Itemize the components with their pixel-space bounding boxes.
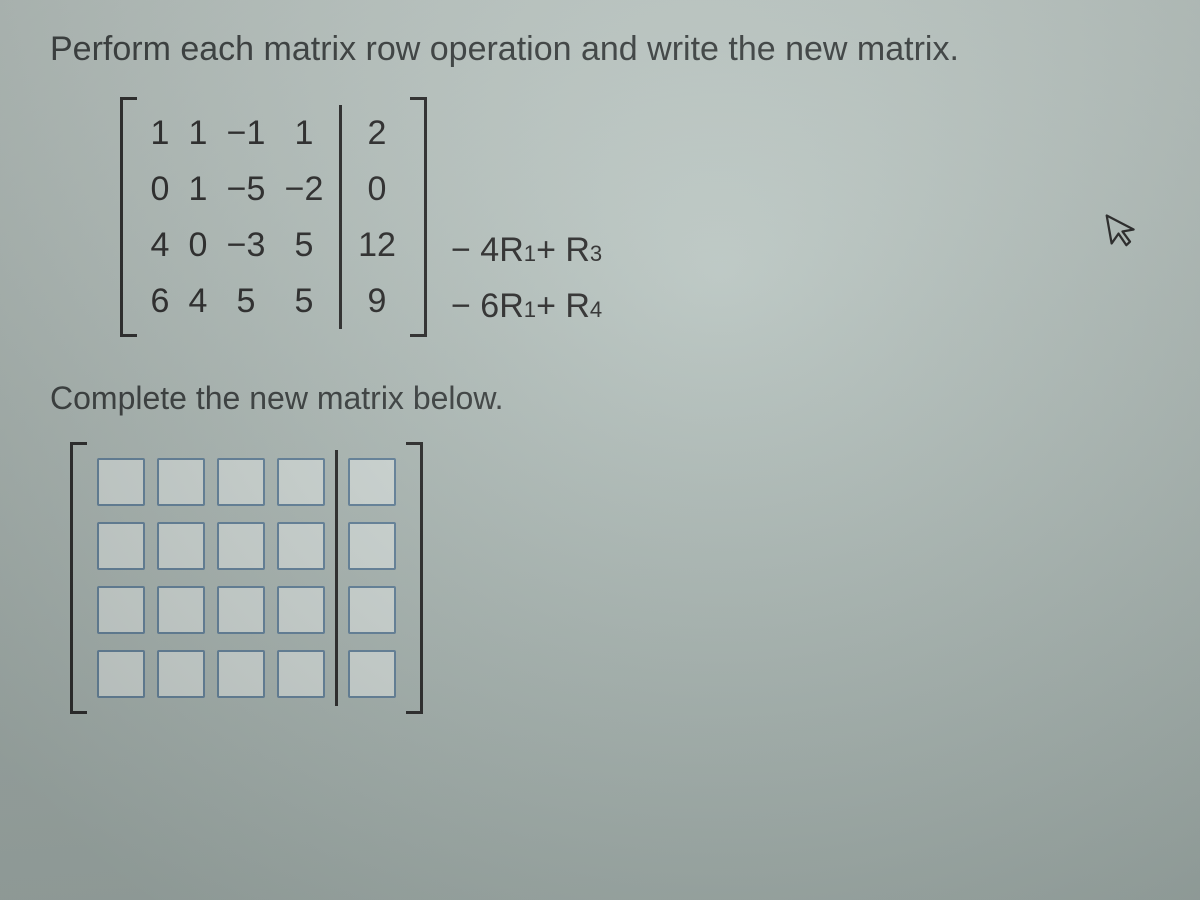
right-bracket — [410, 97, 427, 337]
ans-aug-bar — [335, 514, 338, 578]
ans-r1-aug-input[interactable] — [348, 458, 396, 506]
m-r4-c4: 5 — [275, 282, 333, 321]
op2-prefix: − 6R — [451, 287, 524, 326]
ans-row-2 — [91, 514, 402, 578]
ans-row-3 — [91, 578, 402, 642]
row-op-1: − 4R1 + R3 — [451, 222, 602, 278]
op2-sub1: 1 — [524, 297, 536, 323]
m-r4-c2: 4 — [179, 282, 217, 321]
ans-r2-aug-input[interactable] — [348, 522, 396, 570]
ans-right-bracket — [406, 442, 423, 714]
aug-bar — [339, 105, 342, 161]
matrix-row-2: 0 1 −5 −2 0 — [141, 161, 406, 217]
ans-r2-c2-input[interactable] — [157, 522, 205, 570]
instruction-text: Perform each matrix row operation and wr… — [50, 30, 1150, 69]
op1-prefix: − 4R — [451, 231, 524, 270]
op1-mid: + R — [536, 231, 590, 270]
m-r2-aug: 0 — [348, 170, 406, 209]
left-bracket — [120, 97, 137, 337]
ans-left-bracket — [70, 442, 87, 714]
ans-r4-c4-input[interactable] — [277, 650, 325, 698]
op1-sub2: 3 — [590, 241, 602, 267]
ans-row-4 — [91, 642, 402, 706]
m-r1-c3: −1 — [217, 114, 275, 153]
given-matrix-block: 1 1 −1 1 2 0 1 −5 −2 0 4 0 — [120, 94, 1150, 340]
m-r3-c2: 0 — [179, 226, 217, 265]
row-operations: − 4R1 + R3 − 6R1 + R4 — [451, 94, 602, 340]
answer-matrix-block — [70, 442, 1150, 719]
aug-bar — [339, 161, 342, 217]
m-r3-aug: 12 — [348, 226, 406, 265]
op2-mid: + R — [536, 287, 590, 326]
m-r2-c2: 1 — [179, 170, 217, 209]
answer-matrix — [70, 442, 423, 714]
m-r3-c3: −3 — [217, 226, 275, 265]
m-r4-aug: 9 — [348, 282, 406, 321]
m-r2-c1: 0 — [141, 170, 179, 209]
m-r1-c1: 1 — [141, 114, 179, 153]
ans-aug-bar — [335, 642, 338, 706]
matrix-row-3: 4 0 −3 5 12 — [141, 217, 406, 273]
op2-sub2: 4 — [590, 297, 602, 323]
ans-r3-c3-input[interactable] — [217, 586, 265, 634]
matrix-row-4: 6 4 5 5 9 — [141, 273, 406, 329]
op1-sub1: 1 — [524, 241, 536, 267]
aug-bar — [339, 273, 342, 329]
ans-r1-c4-input[interactable] — [277, 458, 325, 506]
m-r2-c3: −5 — [217, 170, 275, 209]
ans-r4-c3-input[interactable] — [217, 650, 265, 698]
given-matrix: 1 1 −1 1 2 0 1 −5 −2 0 4 0 — [120, 97, 427, 337]
matrix-row-1: 1 1 −1 1 2 — [141, 105, 406, 161]
answer-prompt: Complete the new matrix below. — [50, 380, 1150, 417]
ans-r2-c1-input[interactable] — [97, 522, 145, 570]
m-r1-c2: 1 — [179, 114, 217, 153]
ans-r1-c2-input[interactable] — [157, 458, 205, 506]
m-r3-c1: 4 — [141, 226, 179, 265]
ans-r4-c2-input[interactable] — [157, 650, 205, 698]
ans-r1-c3-input[interactable] — [217, 458, 265, 506]
ans-r2-c3-input[interactable] — [217, 522, 265, 570]
m-r4-c1: 6 — [141, 282, 179, 321]
ans-aug-bar — [335, 450, 338, 514]
m-r3-c4: 5 — [275, 226, 333, 265]
ans-r2-c4-input[interactable] — [277, 522, 325, 570]
m-r2-c4: −2 — [275, 170, 333, 209]
ans-r1-c1-input[interactable] — [97, 458, 145, 506]
ans-r3-c2-input[interactable] — [157, 586, 205, 634]
m-r1-c4: 1 — [275, 114, 333, 153]
row-op-2: − 6R1 + R4 — [451, 278, 602, 334]
ans-r4-aug-input[interactable] — [348, 650, 396, 698]
m-r1-aug: 2 — [348, 114, 406, 153]
ans-row-1 — [91, 450, 402, 514]
ans-r3-c4-input[interactable] — [277, 586, 325, 634]
m-r4-c3: 5 — [217, 282, 275, 321]
ans-r4-c1-input[interactable] — [97, 650, 145, 698]
aug-bar — [339, 217, 342, 273]
ans-aug-bar — [335, 578, 338, 642]
ans-r3-c1-input[interactable] — [97, 586, 145, 634]
ans-r3-aug-input[interactable] — [348, 586, 396, 634]
